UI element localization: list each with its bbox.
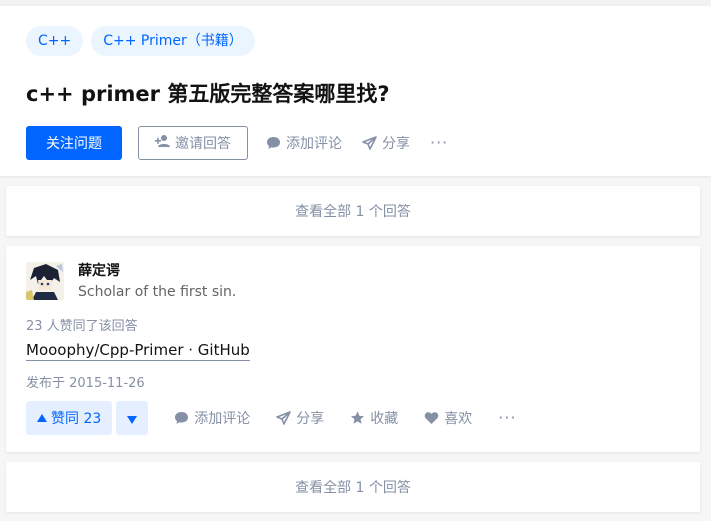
answer-add-comment-button[interactable]: 添加评论 <box>174 408 250 428</box>
answer-more-button[interactable]: ··· <box>498 410 516 426</box>
author-avatar[interactable] <box>26 262 64 300</box>
question-header: C++ C++ Primer（书籍） c++ primer 第五版完整答案哪里找… <box>0 6 711 176</box>
answer-github-link[interactable]: Mooophy/Cpp-Primer · GitHub <box>26 341 250 361</box>
share-label: 分享 <box>382 136 410 152</box>
invite-user-icon <box>155 134 171 152</box>
share-icon <box>362 136 377 150</box>
topic-tag-cpp-primer[interactable]: C++ Primer（书籍） <box>91 26 255 56</box>
view-all-answers-top[interactable]: 查看全部 1 个回答 <box>6 186 700 236</box>
follow-question-button[interactable]: 关注问题 <box>26 126 122 160</box>
like-label: 喜欢 <box>444 411 473 427</box>
downvote-button[interactable] <box>116 401 149 435</box>
answer-share-label: 分享 <box>296 411 325 427</box>
share-icon <box>276 411 292 425</box>
answer-card: 薛定谔 Scholar of the first sin. 23 人赞同了该回答… <box>6 246 700 452</box>
more-options-button[interactable]: ··· <box>430 135 448 151</box>
add-comment-label: 添加评论 <box>286 136 342 152</box>
question-actions: 关注问题 邀请回答 添加评论 分享 ··· <box>26 126 448 160</box>
author-info: 薛定谔 Scholar of the first sin. <box>78 262 236 302</box>
topic-list: C++ C++ Primer（书籍） <box>26 26 255 56</box>
heart-icon <box>424 411 439 425</box>
like-button[interactable]: 喜欢 <box>424 408 472 428</box>
upvote-button[interactable]: 赞同 23 <box>26 401 113 435</box>
comment-icon <box>266 136 281 150</box>
answer-share-button[interactable]: 分享 <box>276 408 324 428</box>
comment-icon <box>174 411 189 425</box>
answer-author: 薛定谔 Scholar of the first sin. <box>26 262 236 302</box>
author-name[interactable]: 薛定谔 <box>78 262 236 280</box>
vote-summary: 23 人赞同了该回答 <box>26 319 138 334</box>
answer-add-comment-label: 添加评论 <box>194 411 251 427</box>
share-button[interactable]: 分享 <box>362 133 410 153</box>
view-all-answers-bottom[interactable]: 查看全部 1 个回答 <box>6 462 700 512</box>
triangle-up-icon <box>37 410 47 426</box>
add-comment-button[interactable]: 添加评论 <box>266 133 342 153</box>
question-title: c++ primer 第五版完整答案哪里找? <box>26 82 390 106</box>
collect-button[interactable]: 收藏 <box>350 408 398 428</box>
invite-answer-button[interactable]: 邀请回答 <box>138 126 248 160</box>
collect-label: 收藏 <box>370 411 399 427</box>
publish-time[interactable]: 发布于 2015-11-26 <box>26 372 145 391</box>
topic-tag-cpp[interactable]: C++ <box>26 26 84 56</box>
triangle-down-icon <box>127 409 138 428</box>
answer-actions: 赞同 23 添加评论 分享 收藏 喜欢 ··· <box>26 401 517 435</box>
star-icon <box>350 411 365 425</box>
author-headline: Scholar of the first sin. <box>78 284 237 300</box>
invite-answer-label: 邀请回答 <box>175 136 231 152</box>
upvote-label: 赞同 23 <box>51 411 102 427</box>
